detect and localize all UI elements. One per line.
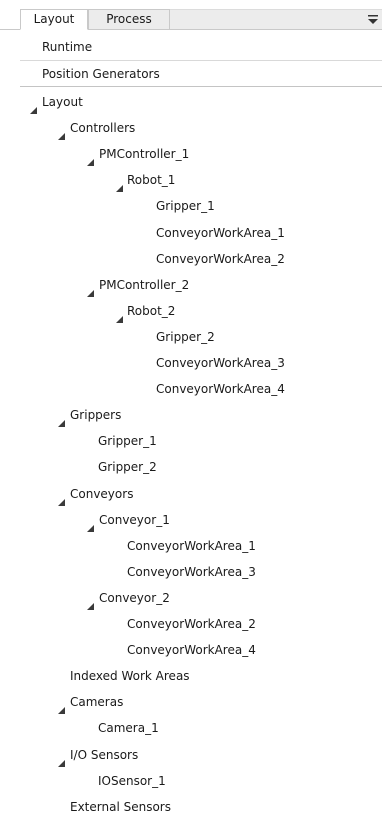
tree-item[interactable]: ConveyorWorkArea_2 bbox=[0, 246, 382, 272]
divider bbox=[20, 86, 382, 87]
tree-item[interactable]: Controllers bbox=[0, 115, 382, 141]
expanded-triangle-icon[interactable] bbox=[58, 411, 66, 427]
tree-item-label: Layout bbox=[42, 95, 83, 109]
expanded-triangle-icon[interactable] bbox=[116, 307, 124, 323]
tree-item[interactable]: Gripper_2 bbox=[0, 454, 382, 480]
tree-item-label: Indexed Work Areas bbox=[70, 669, 190, 683]
tab-process[interactable]: Process bbox=[88, 9, 170, 30]
expanded-triangle-icon[interactable] bbox=[116, 176, 124, 192]
expanded-triangle-icon[interactable] bbox=[87, 516, 95, 532]
tree-item-label: Grippers bbox=[70, 408, 122, 422]
expanded-triangle-icon[interactable] bbox=[87, 150, 95, 166]
tree-item-label: ConveyorWorkArea_3 bbox=[127, 565, 256, 579]
tree-item-label: PMController_2 bbox=[99, 278, 190, 292]
tree-item[interactable]: Gripper_1 bbox=[0, 193, 382, 219]
tree-item-label: ConveyorWorkArea_2 bbox=[127, 617, 256, 631]
tree-item-label: Conveyor_2 bbox=[99, 591, 170, 605]
tree-item-label: IOSensor_1 bbox=[98, 774, 166, 788]
tree-item-label: Robot_2 bbox=[127, 304, 176, 318]
tree-item[interactable]: Grippers bbox=[0, 402, 382, 428]
tab-bar: Layout Process bbox=[0, 0, 382, 30]
tree-item[interactable]: ConveyorWorkArea_3 bbox=[0, 350, 382, 376]
tree-item-label: ConveyorWorkArea_1 bbox=[156, 226, 285, 240]
tree-item-label: Cameras bbox=[70, 695, 124, 709]
tree-item[interactable]: Gripper_2 bbox=[0, 324, 382, 350]
tree-item[interactable]: Layout bbox=[0, 89, 382, 115]
tree-item[interactable]: Conveyor_2 bbox=[0, 585, 382, 611]
tree-item-label: ConveyorWorkArea_1 bbox=[127, 539, 256, 553]
tree-item[interactable]: External Sensors bbox=[0, 794, 382, 820]
tree-item-label: Controllers bbox=[70, 121, 136, 135]
tree-item[interactable]: Gripper_1 bbox=[0, 428, 382, 454]
tree-item[interactable]: Indexed Work Areas bbox=[0, 663, 382, 689]
tree-item-label: Conveyors bbox=[70, 487, 134, 501]
tree-item[interactable]: ConveyorWorkArea_1 bbox=[0, 533, 382, 559]
expanded-triangle-icon[interactable] bbox=[30, 98, 38, 114]
tree-item[interactable]: Robot_1 bbox=[0, 167, 382, 193]
tree-item[interactable]: PMController_1 bbox=[0, 141, 382, 167]
tree-item-label: Gripper_1 bbox=[98, 434, 157, 448]
tree-item[interactable]: ConveyorWorkArea_2 bbox=[0, 611, 382, 637]
tree-item-label: Gripper_2 bbox=[156, 330, 215, 344]
tree-item[interactable]: Robot_2 bbox=[0, 298, 382, 324]
runtime-item[interactable]: Runtime bbox=[0, 34, 382, 60]
tree-item[interactable]: Conveyor_1 bbox=[0, 507, 382, 533]
expanded-triangle-icon[interactable] bbox=[87, 594, 95, 610]
tree-item[interactable]: I/O Sensors bbox=[0, 742, 382, 768]
expanded-triangle-icon[interactable] bbox=[58, 124, 66, 140]
tab-strip-background bbox=[170, 9, 382, 30]
tree-item-label: External Sensors bbox=[70, 800, 171, 814]
tree-item[interactable]: IOSensor_1 bbox=[0, 768, 382, 794]
tab-layout[interactable]: Layout bbox=[20, 9, 88, 30]
tree-item-label: ConveyorWorkArea_2 bbox=[156, 252, 285, 266]
tree-item[interactable]: Camera_1 bbox=[0, 715, 382, 741]
tree-item[interactable]: PMController_2 bbox=[0, 272, 382, 298]
expanded-triangle-icon[interactable] bbox=[58, 490, 66, 506]
position-generators-item[interactable]: Position Generators bbox=[0, 61, 382, 87]
expanded-triangle-icon[interactable] bbox=[87, 281, 95, 297]
tree-item[interactable]: Conveyors bbox=[0, 481, 382, 507]
tree-item-label: Camera_1 bbox=[98, 721, 159, 735]
tree-item-label: Robot_1 bbox=[127, 173, 176, 187]
dropdown-menu-icon[interactable] bbox=[366, 13, 380, 27]
expanded-triangle-icon[interactable] bbox=[58, 698, 66, 714]
tree-item-label: Gripper_2 bbox=[98, 460, 157, 474]
tree-item-label: Gripper_1 bbox=[156, 199, 215, 213]
tree-item-label: I/O Sensors bbox=[70, 748, 139, 762]
tree-item-label: ConveyorWorkArea_4 bbox=[156, 382, 285, 396]
tree-item-label: Conveyor_1 bbox=[99, 513, 170, 527]
tree-item[interactable]: ConveyorWorkArea_1 bbox=[0, 220, 382, 246]
tree-item-label: ConveyorWorkArea_3 bbox=[156, 356, 285, 370]
expanded-triangle-icon[interactable] bbox=[58, 751, 66, 767]
tree-item-label: PMController_1 bbox=[99, 147, 190, 161]
tree-item[interactable]: Cameras bbox=[0, 689, 382, 715]
tree-item[interactable]: ConveyorWorkArea_4 bbox=[0, 376, 382, 402]
tree-item[interactable]: ConveyorWorkArea_4 bbox=[0, 637, 382, 663]
tree-item-label: ConveyorWorkArea_4 bbox=[127, 643, 256, 657]
tree-item[interactable]: ConveyorWorkArea_3 bbox=[0, 559, 382, 585]
